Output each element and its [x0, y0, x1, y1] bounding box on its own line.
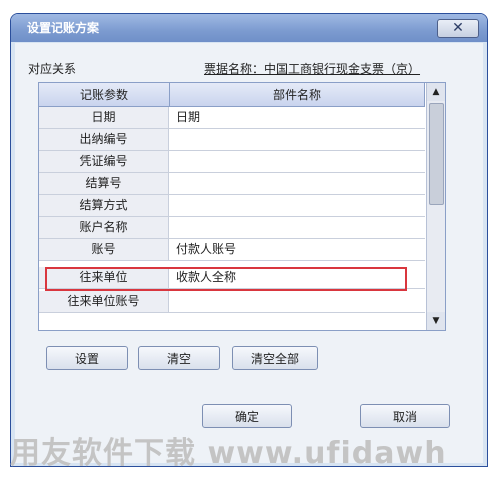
table-row[interactable]: 凭证编号 — [39, 151, 425, 173]
bill-name-label: 票据名称：中国工商银行现金支票（京） — [204, 62, 421, 76]
param-cell: 日期 — [39, 107, 169, 128]
param-cell: 结算号 — [39, 173, 169, 194]
vertical-scrollbar[interactable]: ▲ ▼ — [426, 83, 445, 330]
window-title: 设置记账方案 — [27, 21, 100, 35]
table-row[interactable]: 账号 付款人账号 — [39, 239, 425, 261]
scroll-down-arrow-icon[interactable]: ▼ — [427, 312, 445, 330]
param-cell: 账号 — [39, 239, 169, 260]
scroll-up-arrow-icon[interactable]: ▲ — [427, 83, 445, 101]
close-button[interactable]: ✕ — [437, 19, 479, 38]
part-cell[interactable]: 日期 — [170, 107, 425, 128]
clear-all-button[interactable]: 清空全部 — [232, 346, 318, 370]
watermark: 用友软件下载 www.ufidawh — [10, 436, 447, 471]
part-cell[interactable] — [170, 129, 425, 150]
part-cell[interactable] — [170, 195, 425, 216]
title-bar[interactable]: 设置记账方案 ✕ — [11, 14, 487, 42]
relation-label: 对应关系 — [28, 62, 77, 76]
mapping-grid[interactable]: 记账参数 部件名称 日期 日期 出纳编号 凭证编号 结算号 结算方式 账户名称 … — [38, 82, 446, 331]
param-cell: 结算方式 — [39, 195, 169, 216]
header-part[interactable]: 部件名称 — [170, 83, 425, 107]
set-button[interactable]: 设置 — [46, 346, 128, 370]
part-cell[interactable]: 付款人账号 — [170, 239, 425, 260]
table-row[interactable]: 账户名称 — [39, 217, 425, 239]
table-row[interactable]: 结算方式 — [39, 195, 425, 217]
param-cell: 凭证编号 — [39, 151, 169, 172]
part-cell[interactable] — [170, 173, 425, 194]
param-cell: 往来单位账号 — [39, 291, 169, 312]
highlight-box — [45, 267, 407, 291]
grid-body: 记账参数 部件名称 日期 日期 出纳编号 凭证编号 结算号 结算方式 账户名称 … — [39, 83, 425, 330]
cancel-button[interactable]: 取消 — [360, 404, 450, 428]
param-cell: 账户名称 — [39, 217, 169, 238]
table-row[interactable]: 往来单位账号 — [39, 291, 425, 313]
table-row[interactable]: 结算号 — [39, 173, 425, 195]
header-param[interactable]: 记账参数 — [39, 83, 170, 107]
part-cell[interactable] — [170, 291, 425, 312]
table-row[interactable]: 出纳编号 — [39, 129, 425, 151]
table-row[interactable]: 日期 日期 — [39, 107, 425, 129]
part-cell[interactable] — [170, 151, 425, 172]
scroll-thumb[interactable] — [429, 103, 444, 205]
ok-button[interactable]: 确定 — [202, 404, 292, 428]
param-cell: 出纳编号 — [39, 129, 169, 150]
clear-button[interactable]: 清空 — [138, 346, 220, 370]
part-cell[interactable] — [170, 217, 425, 238]
